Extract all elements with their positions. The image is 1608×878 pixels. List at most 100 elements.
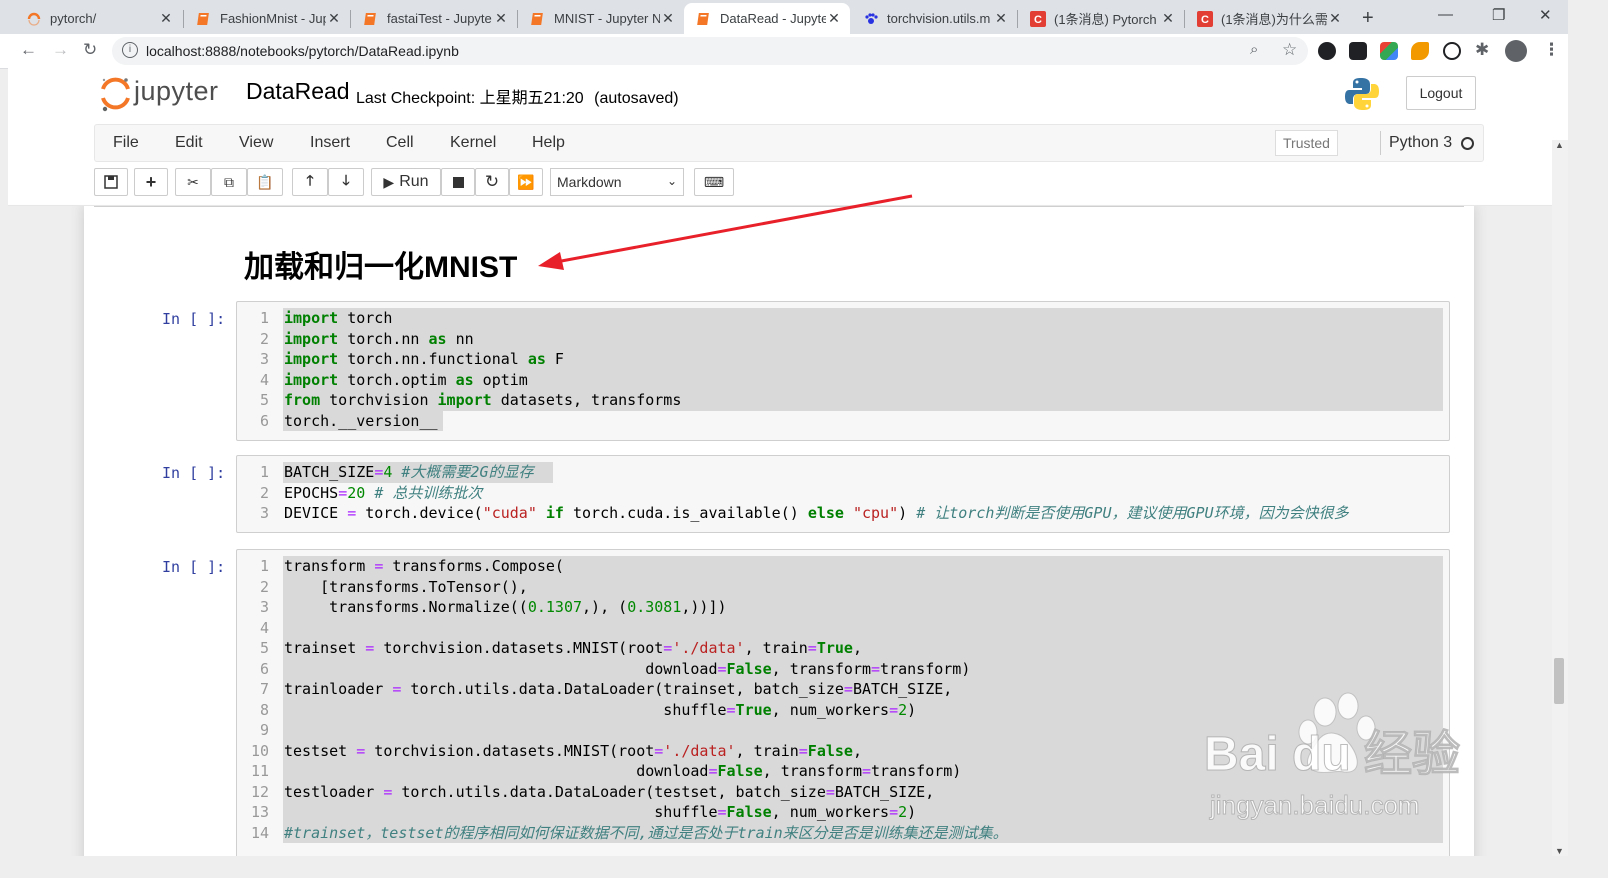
trusted-indicator[interactable]: Trusted — [1275, 130, 1338, 156]
close-icon[interactable]: ✕ — [1160, 10, 1176, 27]
tab-csdn-1[interactable]: C (1条消息) Pytorch ✕ — [1018, 3, 1184, 34]
window-close-icon[interactable]: ✕ — [1539, 6, 1552, 24]
tab-csdn-2[interactable]: C (1条消息)为什么需要 ✕ — [1185, 3, 1351, 34]
tab-dataread[interactable]: DataRead - Jupyte ✕ — [684, 3, 850, 34]
copy-icon: ⧉ — [224, 173, 234, 190]
watermark-domain: jingyan.baidu.com — [1210, 790, 1421, 821]
code-line: 4 — [237, 617, 1449, 638]
jupyter-logo[interactable]: jupyter — [100, 74, 234, 114]
bookmark-star-icon[interactable]: ☆ — [1282, 40, 1297, 60]
menu-cell[interactable]: Cell — [386, 134, 414, 152]
zoom-icon[interactable]: ⌕ — [1250, 41, 1258, 58]
insert-cell-button[interactable]: + — [134, 168, 168, 196]
scrollbar-thumb[interactable] — [1554, 658, 1564, 704]
close-icon[interactable]: ✕ — [1327, 10, 1343, 27]
run-label: Run — [399, 173, 429, 190]
close-icon[interactable]: ✕ — [826, 10, 842, 27]
scroll-up-icon[interactable]: ▲ — [1555, 140, 1564, 150]
baidu-watermark: Bai du 经验 jingyan.baidu.com — [1200, 686, 1500, 836]
menu-view[interactable]: View — [239, 134, 273, 152]
cell-type-value: Markdown — [557, 174, 622, 190]
close-icon[interactable]: ✕ — [660, 10, 676, 27]
menu-help[interactable]: Help — [532, 134, 565, 152]
markdown-heading[interactable]: 加载和归一化MNIST — [244, 242, 517, 286]
extension-icon[interactable] — [1318, 42, 1336, 60]
cut-button[interactable]: ✂ — [175, 168, 211, 196]
restore-icon[interactable]: ❐ — [1492, 6, 1505, 24]
tab-label: fastaiTest - Jupyte — [387, 11, 492, 26]
extension-icon[interactable] — [1443, 42, 1461, 60]
jupyter-header: jupyter DataRead Last Checkpoint: 上星期五21… — [8, 68, 1568, 122]
tab-label: MNIST - Jupyter N — [554, 11, 660, 26]
extension-icon[interactable] — [1411, 42, 1429, 60]
close-icon[interactable]: ✕ — [158, 10, 174, 27]
input-prompt: In [ ]: — [162, 464, 226, 482]
code-editor[interactable]: 1 import torch 2 import torch.nn as nn 3 im… — [237, 308, 1449, 431]
extension-icon[interactable] — [1380, 42, 1398, 60]
code-cell[interactable]: 1 import torch 2 import torch.nn as nn 3 im… — [236, 301, 1450, 441]
tab-fastaitest[interactable]: fastaiTest - Jupyte ✕ — [351, 3, 517, 34]
close-icon[interactable]: ✕ — [326, 10, 342, 27]
fast-forward-icon: ⏩ — [517, 173, 535, 190]
code-cell[interactable]: 1 BATCH_SIZE=4 #大概需要2G的显存 2 EPOCHS=20 # 总共… — [236, 455, 1450, 533]
tab-pytorch[interactable]: pytorch/ ✕ — [14, 3, 182, 34]
paste-button[interactable]: 📋 — [247, 168, 283, 196]
tab-fashionmnist[interactable]: FashionMnist - Jup ✕ — [184, 3, 350, 34]
cell-type-select[interactable]: Markdown ⌄ — [550, 168, 684, 196]
menu-edit[interactable]: Edit — [175, 134, 203, 152]
input-prompt: In [ ]: — [162, 310, 226, 328]
restart-icon: ↻ — [484, 172, 500, 191]
browser-toolbar: ← → ↻ i localhost:8888/notebooks/pytorch… — [0, 34, 1568, 69]
jupyter-spinner-icon — [26, 11, 42, 27]
logout-button[interactable]: Logout — [1406, 76, 1476, 110]
move-up-button[interactable]: 🡑 — [292, 168, 328, 196]
tab-mnist[interactable]: MNIST - Jupyter N ✕ — [518, 3, 684, 34]
notebook-icon — [696, 11, 712, 27]
save-button[interactable] — [94, 168, 128, 196]
minimize-icon[interactable]: — — [1438, 6, 1453, 23]
menu-file[interactable]: File — [113, 134, 139, 152]
autosave-status: (autosaved) — [594, 90, 679, 107]
info-icon[interactable]: i — [122, 42, 138, 58]
scrollbar[interactable]: ▲ ▼ — [1552, 140, 1568, 856]
kernel-name: Python 3 — [1389, 134, 1453, 151]
tab-torchvision-utils[interactable]: torchvision.utils.m ✕ — [851, 3, 1017, 34]
move-down-button[interactable]: 🡓 — [328, 168, 364, 196]
svg-text:C: C — [1201, 14, 1209, 26]
command-palette-button[interactable]: ⌨ — [694, 168, 734, 196]
notebook-name[interactable]: DataRead — [246, 78, 350, 105]
code-line: 6 torch.__version__ — [237, 410, 1449, 431]
tab-label: pytorch/ — [50, 11, 97, 26]
menu-insert[interactable]: Insert — [310, 134, 350, 152]
address-bar[interactable]: i localhost:8888/notebooks/pytorch/DataR… — [112, 37, 1308, 65]
code-editor[interactable]: 1 BATCH_SIZE=4 #大概需要2G的显存 2 EPOCHS=20 # 总共… — [237, 462, 1449, 524]
python-logo-icon — [1344, 76, 1380, 112]
profile-avatar-icon[interactable] — [1505, 40, 1527, 62]
menu-kernel[interactable]: Kernel — [450, 134, 496, 152]
extension-icon[interactable] — [1349, 42, 1367, 60]
divider — [1380, 131, 1381, 155]
puzzle-icon[interactable]: ✱ — [1475, 40, 1489, 60]
close-icon[interactable]: ✕ — [993, 10, 1009, 27]
forward-icon[interactable]: → — [52, 40, 69, 60]
play-icon: ▶ — [383, 173, 395, 190]
new-tab-button[interactable]: + — [1362, 7, 1374, 30]
interrupt-button[interactable] — [441, 168, 475, 196]
tab-label: (1条消息) Pytorch — [1054, 12, 1157, 27]
watermark-brand: Bai du 经验 — [1203, 728, 1461, 782]
plus-icon: + — [145, 171, 157, 192]
run-button[interactable]: ▶ Run — [371, 168, 441, 196]
reload-icon[interactable]: ↻ — [83, 40, 97, 60]
stop-icon — [452, 176, 464, 188]
paw-icon — [863, 11, 879, 27]
back-icon[interactable]: ← — [20, 40, 37, 60]
code-line: 3 import torch.nn.functional as F — [237, 349, 1449, 370]
restart-run-all-button[interactable]: ⏩ — [509, 168, 543, 196]
tab-label: DataRead - Jupyte — [720, 11, 826, 26]
scroll-down-icon[interactable]: ▼ — [1555, 846, 1564, 856]
close-icon[interactable]: ✕ — [493, 10, 509, 27]
restart-button[interactable]: ↻ — [475, 168, 509, 196]
copy-button[interactable]: ⧉ — [211, 168, 247, 196]
kebab-menu-icon[interactable]: ⋮ — [1543, 40, 1560, 60]
tab-label: FashionMnist - Jup — [220, 11, 326, 26]
